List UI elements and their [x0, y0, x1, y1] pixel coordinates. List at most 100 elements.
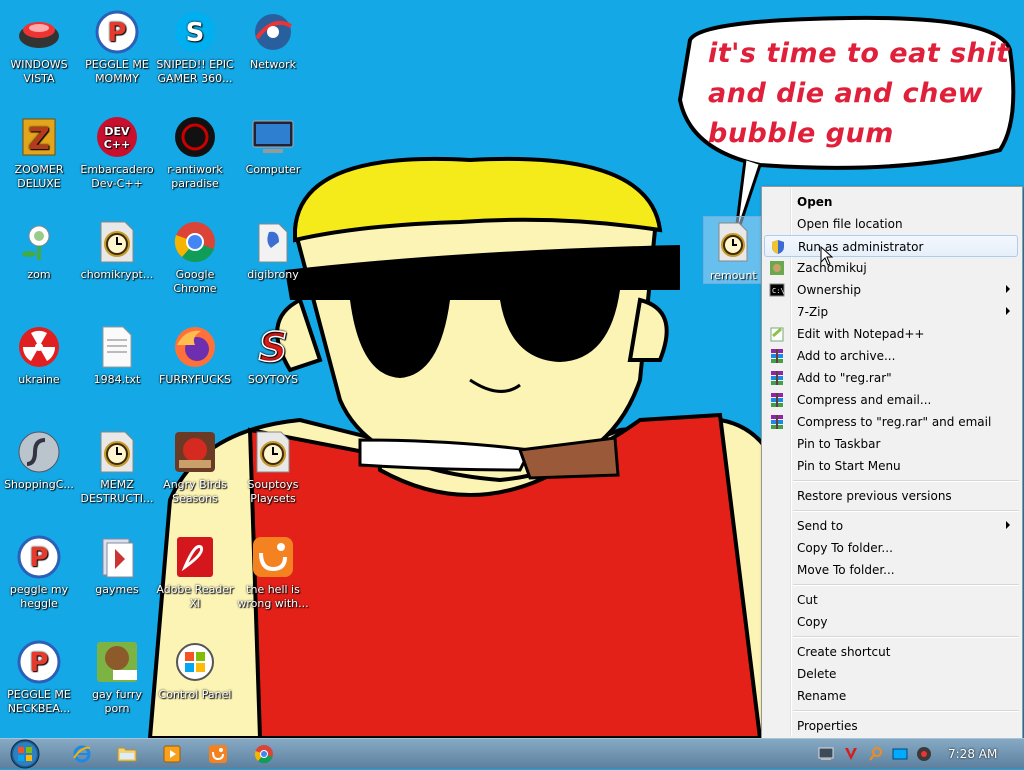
desktop-icon-label: Adobe Reader XI	[156, 583, 234, 610]
desktop-icon-label: chomikrypt...	[80, 268, 154, 281]
desktop-icon[interactable]: S SNIPED!! EPIC GAMER 360...	[156, 8, 234, 86]
desktop-icon[interactable]: Adobe Reader XI	[156, 533, 234, 611]
explorer-folder-icon	[117, 747, 137, 762]
menu-item-pin-to-taskbar[interactable]: Pin to Taskbar	[764, 433, 1018, 455]
menu-item-label: Run as administrator	[798, 240, 924, 254]
desktop-icon[interactable]: Google Chrome	[156, 218, 234, 296]
taskbar-clock[interactable]: 7:28 AM	[948, 747, 997, 761]
peggle-icon: P	[17, 535, 61, 579]
desktop-icon[interactable]: the hell is wrong with...	[234, 533, 312, 611]
desktop-icon[interactable]: Computer	[234, 113, 312, 177]
start-button[interactable]	[8, 738, 42, 770]
desktop-icon[interactable]: Network	[234, 8, 312, 72]
desktop-icon[interactable]: S SOYTOYS	[234, 323, 312, 387]
menu-item-move-to-folder[interactable]: Move To folder...	[764, 559, 1018, 581]
menu-item-open-file-location[interactable]: Open file location	[764, 213, 1018, 235]
desktop-icon[interactable]: chomikrypt...	[78, 218, 156, 282]
desktop-icon-label: peggle my heggle	[9, 583, 69, 610]
desktop-icon[interactable]: P PEGGLE ME MOMMY	[78, 8, 156, 86]
desktop-icon[interactable]: ukraine	[0, 323, 78, 387]
menu-item-restore-previous-versions[interactable]: Restore previous versions	[764, 485, 1018, 507]
desktop-icon[interactable]: Control Panel	[156, 638, 234, 702]
pony-icon	[249, 218, 297, 266]
menu-item-create-shortcut[interactable]: Create shortcut	[764, 641, 1018, 663]
menu-item-compress-and-email[interactable]: Compress and email...	[764, 389, 1018, 411]
search-tray-icon[interactable]	[868, 746, 884, 762]
submenu-arrow-icon	[1006, 307, 1010, 315]
desktop-icon[interactable]: P PEGGLE ME NECKBEA...	[0, 638, 78, 716]
desktop-icon[interactable]: gay furry porn	[78, 638, 156, 716]
desktop-icon-label: Google Chrome	[173, 268, 217, 295]
menu-separator	[793, 480, 1019, 482]
desktop-icon[interactable]: Z ZOOMER DELUXE	[0, 113, 78, 191]
menu-item-label: Open file location	[797, 217, 903, 231]
clock-file-icon	[249, 428, 297, 476]
desktop-icon[interactable]: WINDOWS VISTA	[0, 8, 78, 86]
menu-item-7-zip[interactable]: 7-Zip	[764, 301, 1018, 323]
taskbar-internet-explorer[interactable]	[70, 742, 94, 766]
menu-item-run-as-administrator[interactable]: Run as administrator	[764, 235, 1018, 257]
menu-item-cut[interactable]: Cut	[764, 589, 1018, 611]
taskbar-explorer[interactable]	[115, 742, 139, 766]
menu-item-label: Compress to "reg.rar" and email	[797, 415, 992, 429]
uc-browser-icon	[253, 537, 293, 577]
menu-item-send-to[interactable]: Send to	[764, 515, 1018, 537]
text-file-icon	[102, 326, 132, 368]
vista-bowl-icon	[15, 8, 63, 56]
desktop-icon-label: 1984.txt	[93, 373, 141, 386]
desktop-icon[interactable]: digibrony	[234, 218, 312, 282]
network-icon	[255, 14, 292, 50]
desktop-icon[interactable]: Angry Birds Seasons	[156, 428, 234, 506]
start-orb-icon	[10, 739, 40, 769]
uc-browser-icon	[249, 533, 297, 581]
menu-item-rename[interactable]: Rename	[764, 685, 1018, 707]
desktop-icon[interactable]: DEV C++ Embarcadero Dev-C++	[78, 113, 156, 191]
computer-icon	[249, 113, 297, 161]
desktop-icon-remount[interactable]: remount	[703, 216, 763, 284]
internet-explorer-icon	[73, 745, 91, 763]
taskbar-uc-browser[interactable]	[206, 742, 230, 766]
desktop-icon-label: PEGGLE ME MOMMY	[85, 58, 149, 85]
desktop-icon-label: Network	[250, 58, 296, 71]
winrar-icon	[769, 370, 785, 386]
taskbar-media-player[interactable]	[160, 742, 184, 766]
pony-icon	[258, 223, 288, 263]
desktop-icon[interactable]: FURRYFUCKS	[156, 323, 234, 387]
network-tray-icon[interactable]	[818, 746, 834, 762]
desktop-icon[interactable]: MEMZ DESTRUCTI...	[78, 428, 156, 506]
menu-item-open[interactable]: Open	[764, 191, 1018, 213]
volume-tray-icon[interactable]	[916, 746, 932, 762]
desktop-icon[interactable]: 1984.txt	[78, 323, 156, 387]
antivirus-tray-icon[interactable]	[843, 746, 859, 762]
devcpp-icon: DEVC++	[93, 113, 141, 161]
menu-item-add-to-archive[interactable]: Add to archive...	[764, 345, 1018, 367]
display-tray-icon[interactable]	[892, 746, 908, 762]
menu-item-pin-to-start-menu[interactable]: Pin to Start Menu	[764, 455, 1018, 477]
desktop-icon[interactable]: gaymes	[78, 533, 156, 597]
bubble-line-1: it's time to eat shit	[708, 38, 1010, 69]
menu-item-zachomikuj[interactable]: Zachomikuj	[764, 257, 1018, 279]
menu-item-label: Restore previous versions	[797, 489, 952, 503]
menu-item-copy[interactable]: Copy	[764, 611, 1018, 633]
menu-item-label: Create shortcut	[797, 645, 891, 659]
menu-item-delete[interactable]: Delete	[764, 663, 1018, 685]
desktop-icon-label: the hell is wrong with...	[237, 583, 309, 610]
desktop-icon[interactable]: r-antiwork paradise	[156, 113, 234, 191]
svg-text:Z: Z	[28, 122, 50, 157]
angry-birds-icon	[175, 432, 215, 472]
clock-file-icon	[100, 431, 134, 473]
svg-text:C:\: C:\	[772, 287, 785, 295]
menu-item-label: Copy	[797, 615, 828, 629]
menu-item-add-to-reg-rar[interactable]: Add to "reg.rar"	[764, 367, 1018, 389]
firefox-icon	[171, 323, 219, 371]
desktop-icon[interactable]: Souptoys Playsets	[234, 428, 312, 506]
desktop-icon[interactable]: ShoppingC...	[0, 428, 78, 492]
menu-item-properties[interactable]: Properties	[764, 715, 1018, 737]
menu-item-ownership[interactable]: C:\ Ownership	[764, 279, 1018, 301]
desktop-icon[interactable]: Ppeggle my heggle	[0, 533, 78, 611]
taskbar-chrome[interactable]	[252, 742, 276, 766]
menu-item-copy-to-folder[interactable]: Copy To folder...	[764, 537, 1018, 559]
desktop-icon[interactable]: zom	[0, 218, 78, 282]
menu-item-compress-to-reg-rar-and-email[interactable]: Compress to "reg.rar" and email	[764, 411, 1018, 433]
menu-item-edit-with-notepad[interactable]: Edit with Notepad++	[764, 323, 1018, 345]
